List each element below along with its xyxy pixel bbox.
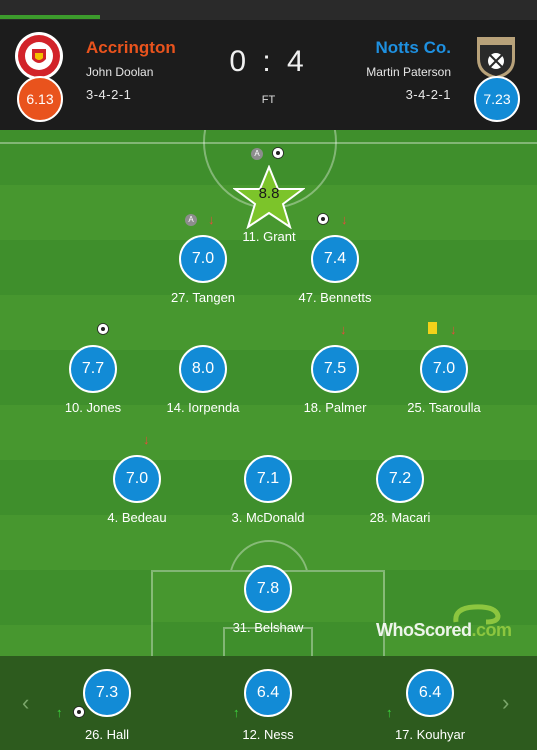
- active-tab-indicator[interactable]: [0, 15, 100, 19]
- player-rating: 8.8: [258, 185, 280, 202]
- player-rating: 6.4: [406, 669, 454, 717]
- assist-icon: A: [251, 148, 263, 160]
- player-tsaroulla[interactable]: 7.0 25. Tsaroulla: [374, 345, 514, 425]
- goal-ball-icon: [317, 213, 329, 225]
- sub-off-arrow-icon: ↓: [341, 212, 348, 227]
- whoscored-watermark: WhoScored.com: [376, 620, 512, 641]
- player-name: 25. Tsaroulla: [407, 400, 481, 415]
- player-bennetts[interactable]: 7.4 47. Bennetts: [265, 235, 405, 315]
- player-belshaw[interactable]: 7.8 31. Belshaw: [198, 565, 338, 645]
- sub-off-arrow-icon: ↓: [450, 322, 457, 337]
- player-bedeau[interactable]: 7.0 4. Bedeau: [67, 455, 207, 535]
- player-mcdonald[interactable]: 7.1 3. McDonald: [198, 455, 338, 535]
- tab-strip: [0, 0, 537, 20]
- player-rating: 7.2: [376, 455, 424, 503]
- away-formation: 3-4-2-1: [405, 87, 451, 102]
- player-rating: 7.8: [244, 565, 292, 613]
- match-header: Accrington John Doolan 3-4-2-1 6.13 0 : …: [0, 20, 537, 130]
- player-rating: 7.4: [311, 235, 359, 283]
- notts-county-crest-icon[interactable]: [471, 31, 521, 81]
- sub-off-arrow-icon: ↓: [208, 212, 215, 227]
- sub-off-arrow-icon: ↓: [340, 322, 347, 337]
- yellow-card-icon: [428, 322, 437, 334]
- bench-next-arrow-icon[interactable]: ›: [502, 690, 509, 716]
- player-rating: 7.7: [69, 345, 117, 393]
- player-macari[interactable]: 7.2 28. Macari: [330, 455, 470, 535]
- player-name: 14. Iorpenda: [166, 400, 240, 415]
- player-name: 28. Macari: [369, 510, 431, 525]
- goal-ball-icon: [272, 147, 284, 159]
- player-name: 12. Ness: [242, 727, 294, 742]
- player-name: 4. Bedeau: [107, 510, 167, 525]
- player-rating: 7.5: [311, 345, 359, 393]
- player-grant[interactable]: 8.8 11. Grant: [199, 165, 339, 245]
- away-manager: Martin Paterson: [366, 65, 451, 79]
- match-lineup-app: Accrington John Doolan 3-4-2-1 6.13 0 : …: [0, 0, 537, 750]
- player-name: 3. McDonald: [231, 510, 305, 525]
- player-rating: 7.0: [179, 235, 227, 283]
- player-iorpenda[interactable]: 8.0 14. Iorpenda: [133, 345, 273, 425]
- player-tangen[interactable]: 7.0 27. Tangen: [133, 235, 273, 315]
- player-name: 26. Hall: [84, 727, 130, 742]
- player-name: 27. Tangen: [170, 290, 236, 305]
- substitutes-bench: ‹ › ↑ 7.3 26. Hall ↑ 6.4 12. Ness ↑ 6.4 …: [0, 656, 537, 750]
- bench-prev-arrow-icon[interactable]: ‹: [22, 690, 29, 716]
- goal-ball-icon: [97, 323, 109, 335]
- player-rating: 8.0: [179, 345, 227, 393]
- away-team-rating: 7.23: [474, 76, 520, 122]
- player-name: 47. Bennetts: [298, 290, 372, 305]
- assist-icon: A: [185, 214, 197, 226]
- away-team-name[interactable]: Notts Co.: [375, 38, 451, 58]
- watermark-suffix: .com: [471, 620, 513, 640]
- player-name: 31. Belshaw: [232, 620, 304, 635]
- player-hall[interactable]: 7.3 26. Hall: [37, 669, 177, 749]
- player-ness[interactable]: 6.4 12. Ness: [198, 669, 338, 749]
- match-score: 0 : 4: [229, 45, 308, 78]
- sub-off-arrow-icon: ↓: [143, 432, 150, 447]
- player-rating: 6.4: [244, 669, 292, 717]
- match-status: FT: [261, 94, 276, 106]
- player-name: 17. Kouhyar: [394, 727, 466, 742]
- watermark-main: WhoScored: [376, 620, 472, 640]
- player-rating: 7.3: [83, 669, 131, 717]
- player-kouhyar[interactable]: 6.4 17. Kouhyar: [360, 669, 500, 749]
- player-rating: 7.0: [420, 345, 468, 393]
- player-rating: 7.1: [244, 455, 292, 503]
- player-rating: 7.0: [113, 455, 161, 503]
